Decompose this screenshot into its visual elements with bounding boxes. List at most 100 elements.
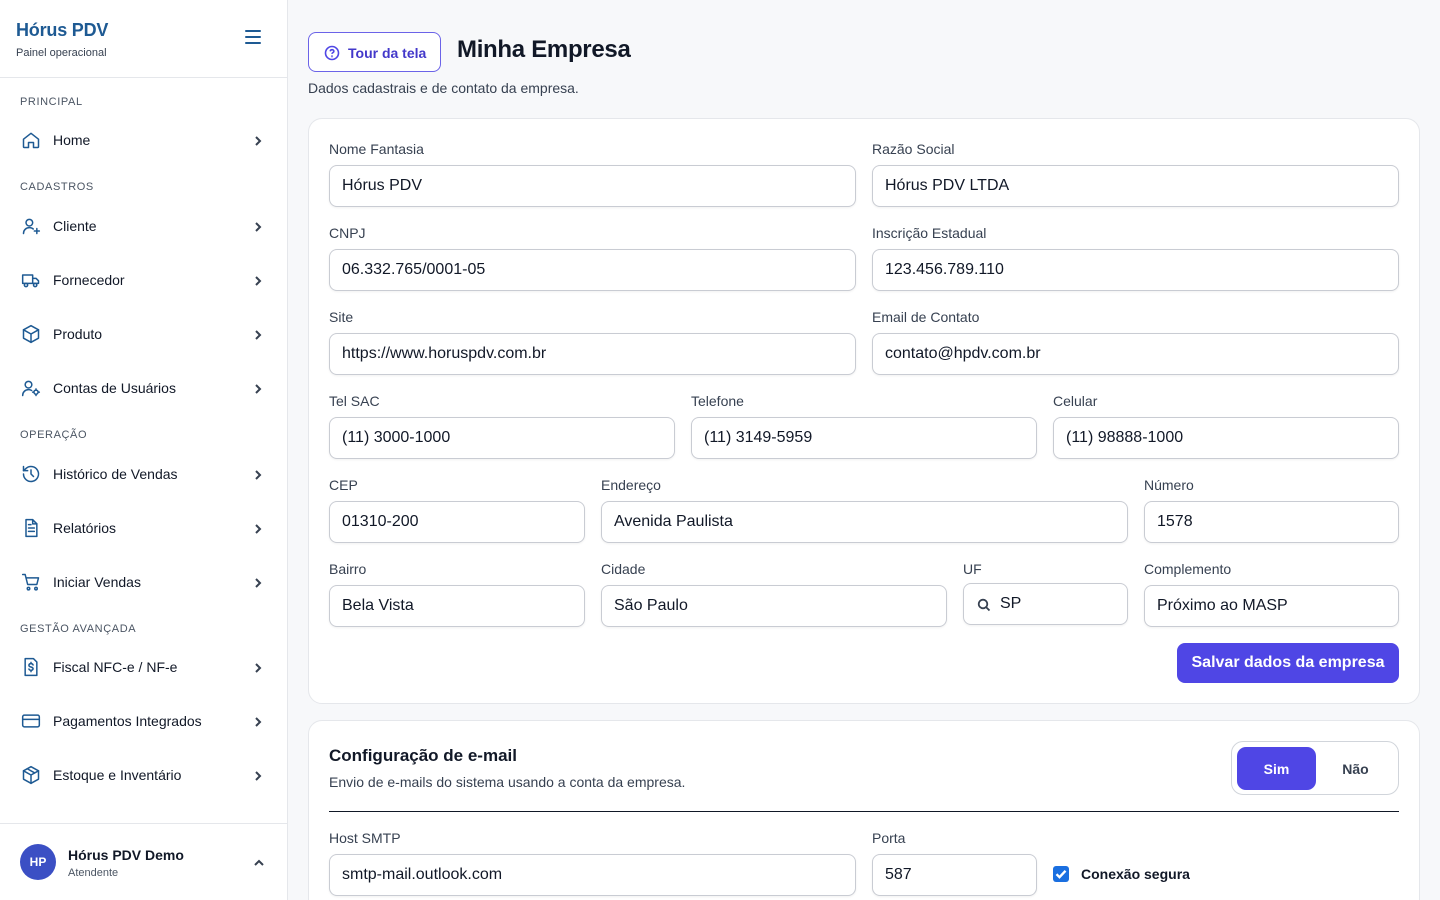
porta-input[interactable]: 587 xyxy=(872,854,1037,896)
inscricao-estadual-input[interactable]: 123.456.789.110 xyxy=(872,249,1399,291)
email-enabled-toggle: Sim Não xyxy=(1231,741,1399,795)
sidebar-item-cliente[interactable]: Cliente xyxy=(0,202,287,250)
email-config-subtitle: Envio de e-mails do sistema usando a con… xyxy=(329,774,686,790)
bairro-input[interactable]: Bela Vista xyxy=(329,585,585,627)
sidebar-item-label: Iniciar Vendas xyxy=(53,574,141,590)
inscricao-estadual-label: Inscrição Estadual xyxy=(872,225,987,241)
secure-connection-checkbox[interactable] xyxy=(1053,866,1069,882)
home-icon xyxy=(21,130,41,150)
chevron-right-icon xyxy=(252,220,264,232)
toggle-option-nao[interactable]: Não xyxy=(1316,747,1395,790)
complemento-label: Complemento xyxy=(1144,561,1232,577)
page-subtitle: Dados cadastrais e de contato da empresa… xyxy=(308,80,579,96)
razao-social-label: Razão Social xyxy=(872,141,955,157)
section-label-gestao: GESTÃO AVANÇADA xyxy=(20,623,137,635)
section-label-principal: PRINCIPAL xyxy=(20,96,83,108)
help-circle-icon xyxy=(324,45,340,61)
user-role: Atendente xyxy=(68,867,119,879)
brand-subtitle: Painel operacional xyxy=(16,47,107,59)
celular-input[interactable]: (11) 98888-1000 xyxy=(1053,417,1399,459)
sidebar-item-relatorios[interactable]: Relatórios xyxy=(0,504,287,552)
sidebar-item-contas-usuarios[interactable]: Contas de Usuários xyxy=(0,364,287,412)
box-icon xyxy=(21,765,41,785)
section-label-operacao: OPERAÇÃO xyxy=(20,429,88,441)
sidebar-item-historico-vendas[interactable]: Histórico de Vendas xyxy=(0,450,287,498)
brand-header: Hórus PDV Painel operacional xyxy=(0,0,287,78)
sidebar-item-pagamentos[interactable]: Pagamentos Integrados xyxy=(0,697,287,745)
nome-fantasia-label: Nome Fantasia xyxy=(329,141,424,157)
sidebar-item-estoque[interactable]: Estoque e Inventário xyxy=(0,751,287,799)
endereco-input[interactable]: Avenida Paulista xyxy=(601,501,1128,543)
cep-input[interactable]: 01310-200 xyxy=(329,501,585,543)
truck-icon xyxy=(21,270,41,290)
chevron-right-icon xyxy=(252,769,264,781)
celular-label: Celular xyxy=(1053,393,1098,409)
email-label: Email de Contato xyxy=(872,309,980,325)
complemento-input[interactable]: Próximo ao MASP xyxy=(1144,585,1399,627)
credit-card-icon xyxy=(21,711,41,731)
cidade-label: Cidade xyxy=(601,561,646,577)
telefone-label: Telefone xyxy=(691,393,744,409)
sidebar-item-iniciar-vendas[interactable]: Iniciar Vendas xyxy=(0,558,287,606)
user-plus-icon xyxy=(21,216,41,236)
search-icon xyxy=(977,598,991,612)
secure-connection-label: Conexão segura xyxy=(1081,866,1190,882)
uf-label: UF xyxy=(963,561,982,577)
porta-label: Porta xyxy=(872,830,906,846)
chevron-right-icon xyxy=(252,576,264,588)
history-icon xyxy=(21,464,41,484)
sidebar-item-label: Estoque e Inventário xyxy=(53,767,182,783)
sidebar-item-label: Fiscal NFC-e / NF-e xyxy=(53,659,178,675)
toggle-option-sim[interactable]: Sim xyxy=(1237,747,1316,790)
uf-search-input[interactable]: SP xyxy=(963,583,1128,625)
sidebar-item-label: Pagamentos Integrados xyxy=(53,713,202,729)
section-divider xyxy=(329,811,1399,812)
host-smtp-input[interactable]: smtp-mail.outlook.com xyxy=(329,854,856,896)
sidebar-item-home[interactable]: Home xyxy=(0,116,287,164)
fiscal-dollar-icon xyxy=(21,657,41,677)
chevron-right-icon xyxy=(252,134,264,146)
save-company-button[interactable]: Salvar dados da empresa xyxy=(1177,643,1399,683)
page-title: Minha Empresa xyxy=(457,36,631,63)
chevron-right-icon xyxy=(252,468,264,480)
sidebar-item-label: Relatórios xyxy=(53,520,117,536)
chevron-right-icon xyxy=(252,715,264,727)
tel-sac-input[interactable]: (11) 3000-1000 xyxy=(329,417,675,459)
package-icon xyxy=(21,324,41,344)
host-smtp-label: Host SMTP xyxy=(329,830,401,846)
bairro-label: Bairro xyxy=(329,561,367,577)
section-label-cadastros: CADASTROS xyxy=(20,181,94,193)
cart-icon xyxy=(21,572,41,592)
site-input[interactable]: https://www.horuspdv.com.br xyxy=(329,333,856,375)
menu-hamburger-icon[interactable] xyxy=(245,30,261,44)
tour-button[interactable]: Tour da tela xyxy=(308,32,441,72)
sidebar-item-partial[interactable] xyxy=(0,808,287,823)
cnpj-input[interactable]: 06.332.765/0001-05 xyxy=(329,249,856,291)
razao-social-input[interactable]: Hórus PDV LTDA xyxy=(872,165,1399,207)
sidebar-item-label: Produto xyxy=(53,326,103,342)
chevron-right-icon xyxy=(252,661,264,673)
sidebar-item-label: Cliente xyxy=(53,218,97,234)
cnpj-label: CNPJ xyxy=(329,225,366,241)
nome-fantasia-input[interactable]: Hórus PDV xyxy=(329,165,856,207)
document-icon xyxy=(21,518,41,538)
chevron-up-icon[interactable] xyxy=(253,856,265,868)
sidebar-item-fiscal[interactable]: Fiscal NFC-e / NF-e xyxy=(0,643,287,691)
cep-label: CEP xyxy=(329,477,358,493)
endereco-label: Endereço xyxy=(601,477,661,493)
site-label: Site xyxy=(329,309,354,325)
telefone-input[interactable]: (11) 3149-5959 xyxy=(691,417,1037,459)
sidebar-item-fornecedor[interactable]: Fornecedor xyxy=(0,256,287,304)
user-profile[interactable]: HP Hórus PDV Demo Atendente xyxy=(0,823,287,900)
chevron-right-icon xyxy=(252,522,264,534)
email-config-title: Configuração de e-mail xyxy=(329,746,517,765)
cidade-input[interactable]: São Paulo xyxy=(601,585,947,627)
tour-button-label: Tour da tela xyxy=(348,45,427,61)
chevron-right-icon xyxy=(252,382,264,394)
checkmark-icon xyxy=(1055,869,1067,879)
sidebar-item-produto[interactable]: Produto xyxy=(0,310,287,358)
sidebar-item-label: Home xyxy=(53,132,91,148)
numero-input[interactable]: 1578 xyxy=(1144,501,1399,543)
email-input[interactable]: contato@hpdv.com.br xyxy=(872,333,1399,375)
tel-sac-label: Tel SAC xyxy=(329,393,380,409)
